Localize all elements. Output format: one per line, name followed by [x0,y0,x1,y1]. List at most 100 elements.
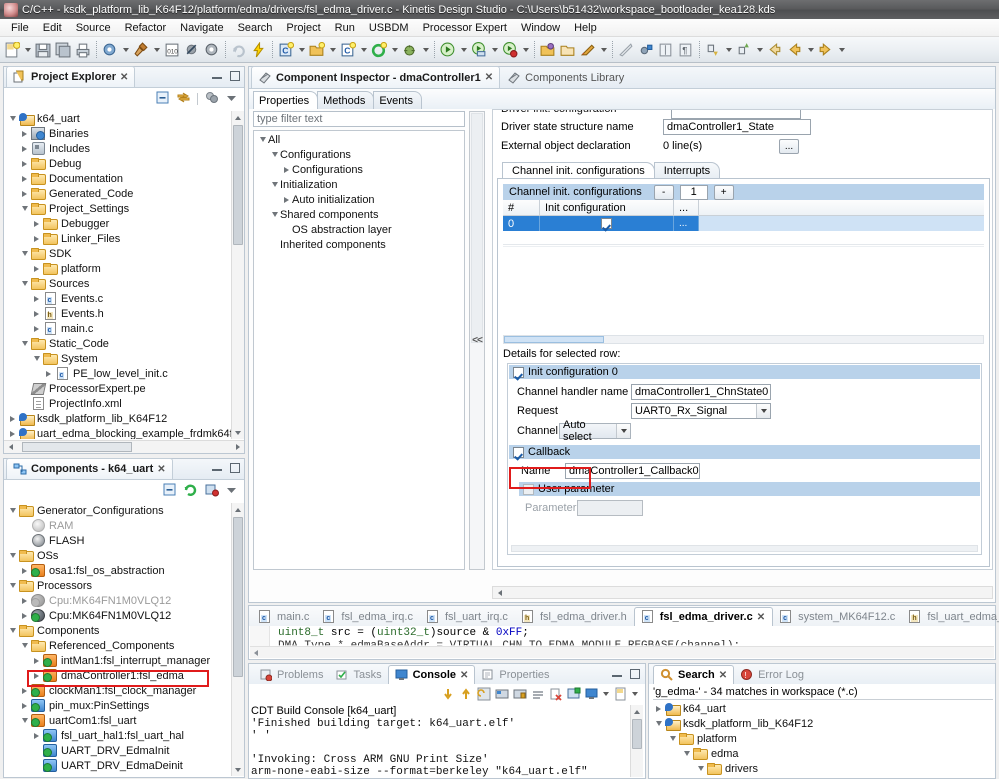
menu-item-refactor[interactable]: Refactor [118,21,174,35]
twisty-expanded-icon[interactable] [257,132,268,147]
twisty-expanded-icon[interactable] [269,147,280,162]
category-tree-item-node[interactable]: Auto initialization [255,192,463,207]
maximize-view-button[interactable] [229,462,241,474]
category-pane-scrollbar[interactable] [469,111,485,570]
scroll-lock-icon[interactable] [476,686,491,701]
close-icon[interactable]: ✕ [460,670,468,681]
tab-components[interactable]: Components - k64_uart ✕ [6,458,173,479]
chevron-down-icon[interactable] [458,40,469,60]
twisty-expanded-icon[interactable] [7,548,18,563]
twisty-expanded-icon[interactable] [7,111,18,126]
chevron-down-icon[interactable] [327,40,338,60]
twisty-collapsed-icon[interactable] [19,683,30,698]
console-vscrollbar[interactable] [630,705,643,777]
scroll-right-icon[interactable] [231,441,244,453]
config-count-input[interactable]: 1 [679,184,708,200]
chevron-down-icon[interactable] [602,686,610,701]
close-icon[interactable]: ✕ [157,464,165,475]
console-tab-properties[interactable]: Properties [475,665,555,684]
minimize-view-button[interactable] [611,668,623,680]
scroll-up-icon[interactable] [232,503,244,516]
editor-code-area[interactable]: uint8_t src = (uint32_t)source & 0xFF; D… [250,626,994,648]
grid-hscroll-thumb[interactable] [504,336,604,343]
chevron-down-icon[interactable] [723,40,734,60]
maximize-view-button[interactable] [629,668,641,680]
twisty-collapsed-icon[interactable] [19,563,30,578]
components-tree-item-node[interactable]: Components [5,623,243,638]
twisty-expanded-icon[interactable] [19,276,30,291]
remove-config-button[interactable]: - [653,184,674,200]
search-tree-item-node[interactable]: edma [651,746,993,761]
components-tree-item-node[interactable]: Processors [5,578,243,593]
twisty-collapsed-icon[interactable] [19,593,30,608]
project-tree-item-node[interactable]: Generated_Code [5,186,243,201]
console-tab-tasks[interactable]: Tasks [329,665,387,684]
scroll-up-icon[interactable] [631,705,643,718]
channel-handler-input[interactable]: dmaController1_ChnState0 [631,384,771,400]
twisty-collapsed-icon[interactable] [19,171,30,186]
menu-item-help[interactable]: Help [567,21,604,35]
twisty-expanded-icon[interactable] [7,578,18,593]
skip-breakpoints-icon[interactable] [182,40,202,60]
minimize-view-button[interactable] [211,70,223,82]
components-tree-item-node[interactable]: osa1:fsl_os_abstraction [5,563,243,578]
show-console-icon[interactable] [494,686,509,701]
tab-methods[interactable]: Methods [317,91,375,109]
twisty-expanded-icon[interactable] [19,713,30,728]
search-tree-item-node[interactable]: drivers [651,761,993,776]
twisty-collapsed-icon[interactable] [281,162,292,177]
vscroll-thumb[interactable] [632,719,642,749]
twisty-expanded-icon[interactable] [7,503,18,518]
chevron-down-icon[interactable] [120,40,131,60]
components-tree-item-node[interactable]: pin_mux:PinSettings [5,698,243,713]
callback-checkbox[interactable] [513,446,524,458]
tab-components-library[interactable]: Components Library [500,66,631,88]
remove-console-icon[interactable] [548,686,563,701]
scroll-up-icon[interactable] [458,686,473,701]
search-results-tree[interactable]: k64_uart ksdk_platform_lib_K64F12 platform… [651,701,993,777]
chevron-down-icon[interactable] [631,686,639,701]
minimize-view-button[interactable] [211,462,223,474]
console-output[interactable]: 'Finished building target: k64_uart.elf'… [251,718,643,777]
twisty-collapsed-icon[interactable] [31,261,42,276]
back-history-icon[interactable] [785,40,805,60]
twisty-collapsed-icon[interactable] [43,366,54,381]
components-tree-item-node[interactable]: fsl_uart_hal1:fsl_uart_hal [5,728,243,743]
search-tree-item-node[interactable]: k64_uart [651,701,993,716]
menu-item-usbdm[interactable]: USBDM [362,21,416,35]
link-with-editor-icon[interactable] [176,90,191,108]
vscroll-thumb[interactable] [233,125,243,245]
editor-tab-fsl-edma-irq-c[interactable]: fsl_edma_irq.c [316,607,420,626]
components-tree[interactable]: Generator_Configurations RAM FLASH OSs osa1:… [5,503,243,776]
maximize-view-button[interactable] [229,70,241,82]
category-tree-item-node[interactable]: Inherited components [255,237,463,252]
components-tree-item-node[interactable]: clockMan1:fsl_clock_manager [5,683,243,698]
project-tree-item-node[interactable]: platform [5,261,243,276]
close-icon[interactable]: ✕ [485,72,493,83]
chevron-down-icon[interactable] [296,40,307,60]
twisty-expanded-icon[interactable] [695,761,706,776]
display-console-icon[interactable] [584,686,599,701]
print-icon[interactable] [73,40,93,60]
binary-icon[interactable]: 010 [162,40,182,60]
inspector-hscrollbar[interactable] [492,586,993,599]
components-tree-item-node[interactable]: dmaController1:fsl_edma [5,668,243,683]
open-type-icon[interactable] [538,40,558,60]
scroll-down-icon[interactable] [232,426,244,439]
resume-icon[interactable] [229,40,249,60]
twisty-collapsed-icon[interactable] [7,426,18,439]
twisty-collapsed-icon[interactable] [31,668,42,683]
menu-item-search[interactable]: Search [231,21,280,35]
twisty-collapsed-icon[interactable] [19,156,30,171]
category-tree-item-node[interactable]: Shared components [255,207,463,222]
tab-channel-init-configurations[interactable]: Channel init. configurations [502,162,655,179]
search-tab-search[interactable]: Search ✕ [653,665,735,684]
category-tree-item-node[interactable]: Configurations [255,147,463,162]
menu-item-file[interactable]: File [4,21,36,35]
chevron-down-icon[interactable] [151,40,162,60]
pin-console-icon[interactable] [512,686,527,701]
twisty-expanded-icon[interactable] [19,336,30,351]
twisty-collapsed-icon[interactable] [31,653,42,668]
tab-interrupts[interactable]: Interrupts [653,162,721,179]
project-tree-item-node[interactable]: ProjectInfo.xml [5,396,243,411]
